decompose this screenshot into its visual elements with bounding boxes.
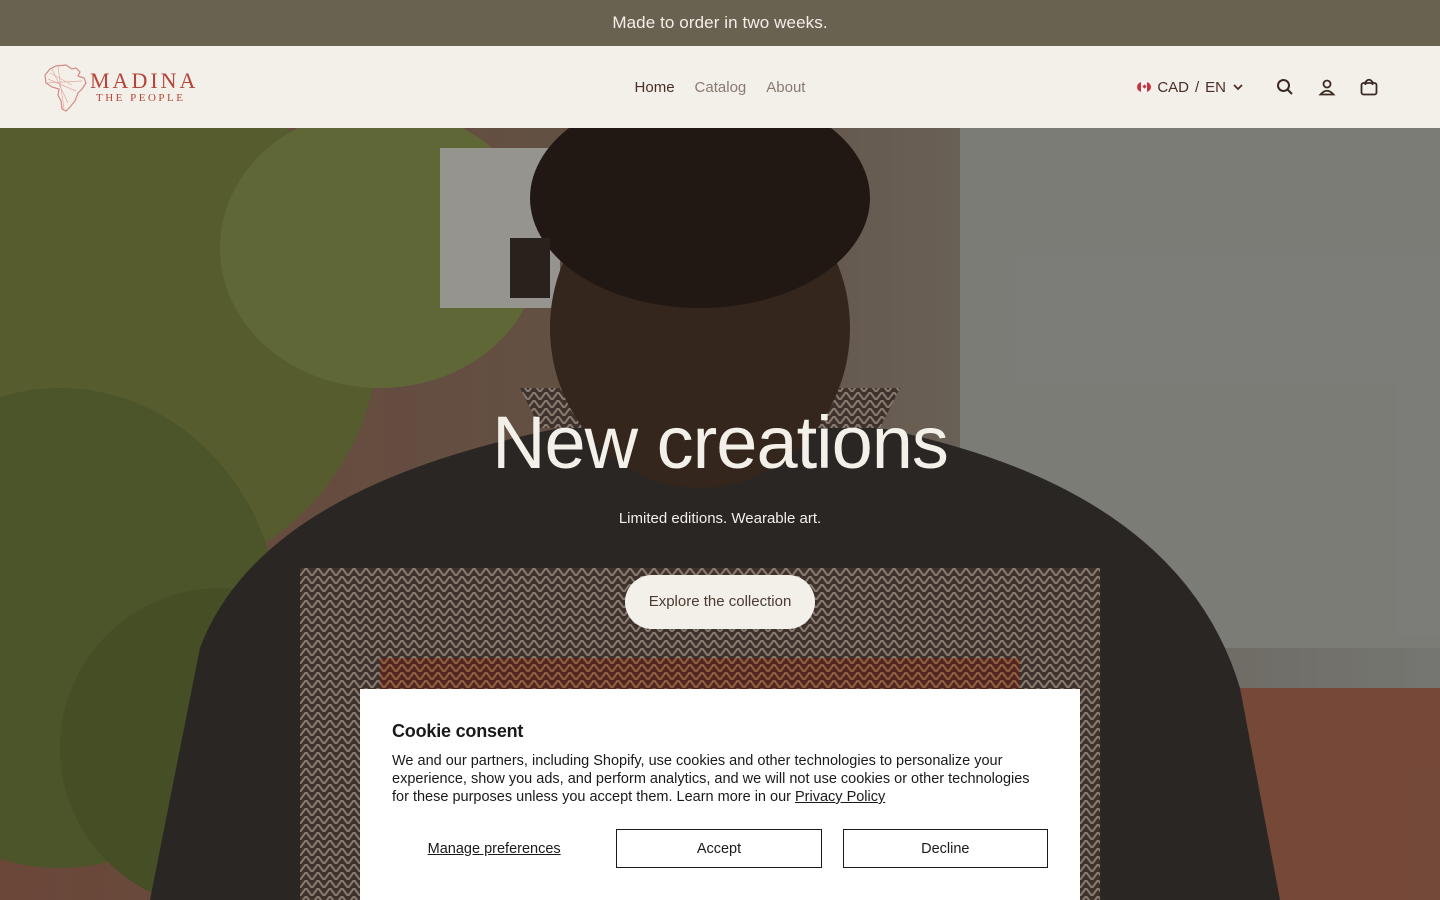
nav-about[interactable]: About	[766, 79, 805, 96]
cookie-consent-dialog: Cookie consent We and our partners, incl…	[360, 689, 1080, 900]
cookie-title: Cookie consent	[392, 721, 524, 741]
logo-link[interactable]: MADINA THE PEOPLE	[42, 62, 195, 114]
locale-separator: /	[1194, 78, 1200, 96]
cart-icon	[1360, 78, 1378, 96]
explore-collection-button[interactable]: Explore the collection	[624, 575, 816, 629]
hero-title: New creations	[492, 401, 949, 484]
announcement-text: Made to order in two weeks.	[612, 13, 828, 32]
logo-wordmark: MADINA	[90, 68, 199, 93]
currency-label: CAD	[1157, 78, 1189, 96]
nav-catalog[interactable]: Catalog	[695, 79, 747, 96]
cart-button[interactable]	[1348, 66, 1390, 108]
logo-tagline: THE PEOPLE	[96, 92, 186, 104]
chevron-down-icon	[1233, 84, 1243, 91]
privacy-policy-link[interactable]: Privacy Policy	[795, 789, 885, 805]
hero-subtitle: Limited editions. Wearable art.	[618, 510, 822, 527]
canada-flag-icon	[1137, 82, 1152, 92]
search-icon	[1277, 79, 1293, 95]
accept-button[interactable]: Accept	[616, 829, 822, 868]
nav-home[interactable]: Home	[635, 79, 675, 96]
language-label: EN	[1205, 78, 1226, 96]
decline-button[interactable]: Decline	[842, 829, 1048, 868]
header-utilities: CAD / EN	[1137, 46, 1390, 128]
search-button[interactable]	[1264, 66, 1306, 108]
hero-content: New creations Limited editions. Wearable…	[0, 398, 1440, 629]
account-button[interactable]	[1306, 66, 1348, 108]
manage-preferences-link[interactable]: Manage preferences	[392, 841, 596, 857]
cookie-actions: Manage preferences Accept Decline	[392, 829, 1048, 868]
account-icon	[1318, 79, 1336, 96]
cookie-body: We and our partners, including Shopify, …	[392, 752, 1048, 806]
locale-selector[interactable]: CAD / EN	[1137, 79, 1244, 96]
site-header: MADINA THE PEOPLE Home Catalog About CAD…	[0, 46, 1440, 128]
cookie-body-text: We and our partners, including Shopify, …	[392, 753, 1030, 805]
africa-map-logo-icon	[44, 64, 87, 112]
announcement-bar: Made to order in two weeks.	[0, 0, 1440, 46]
